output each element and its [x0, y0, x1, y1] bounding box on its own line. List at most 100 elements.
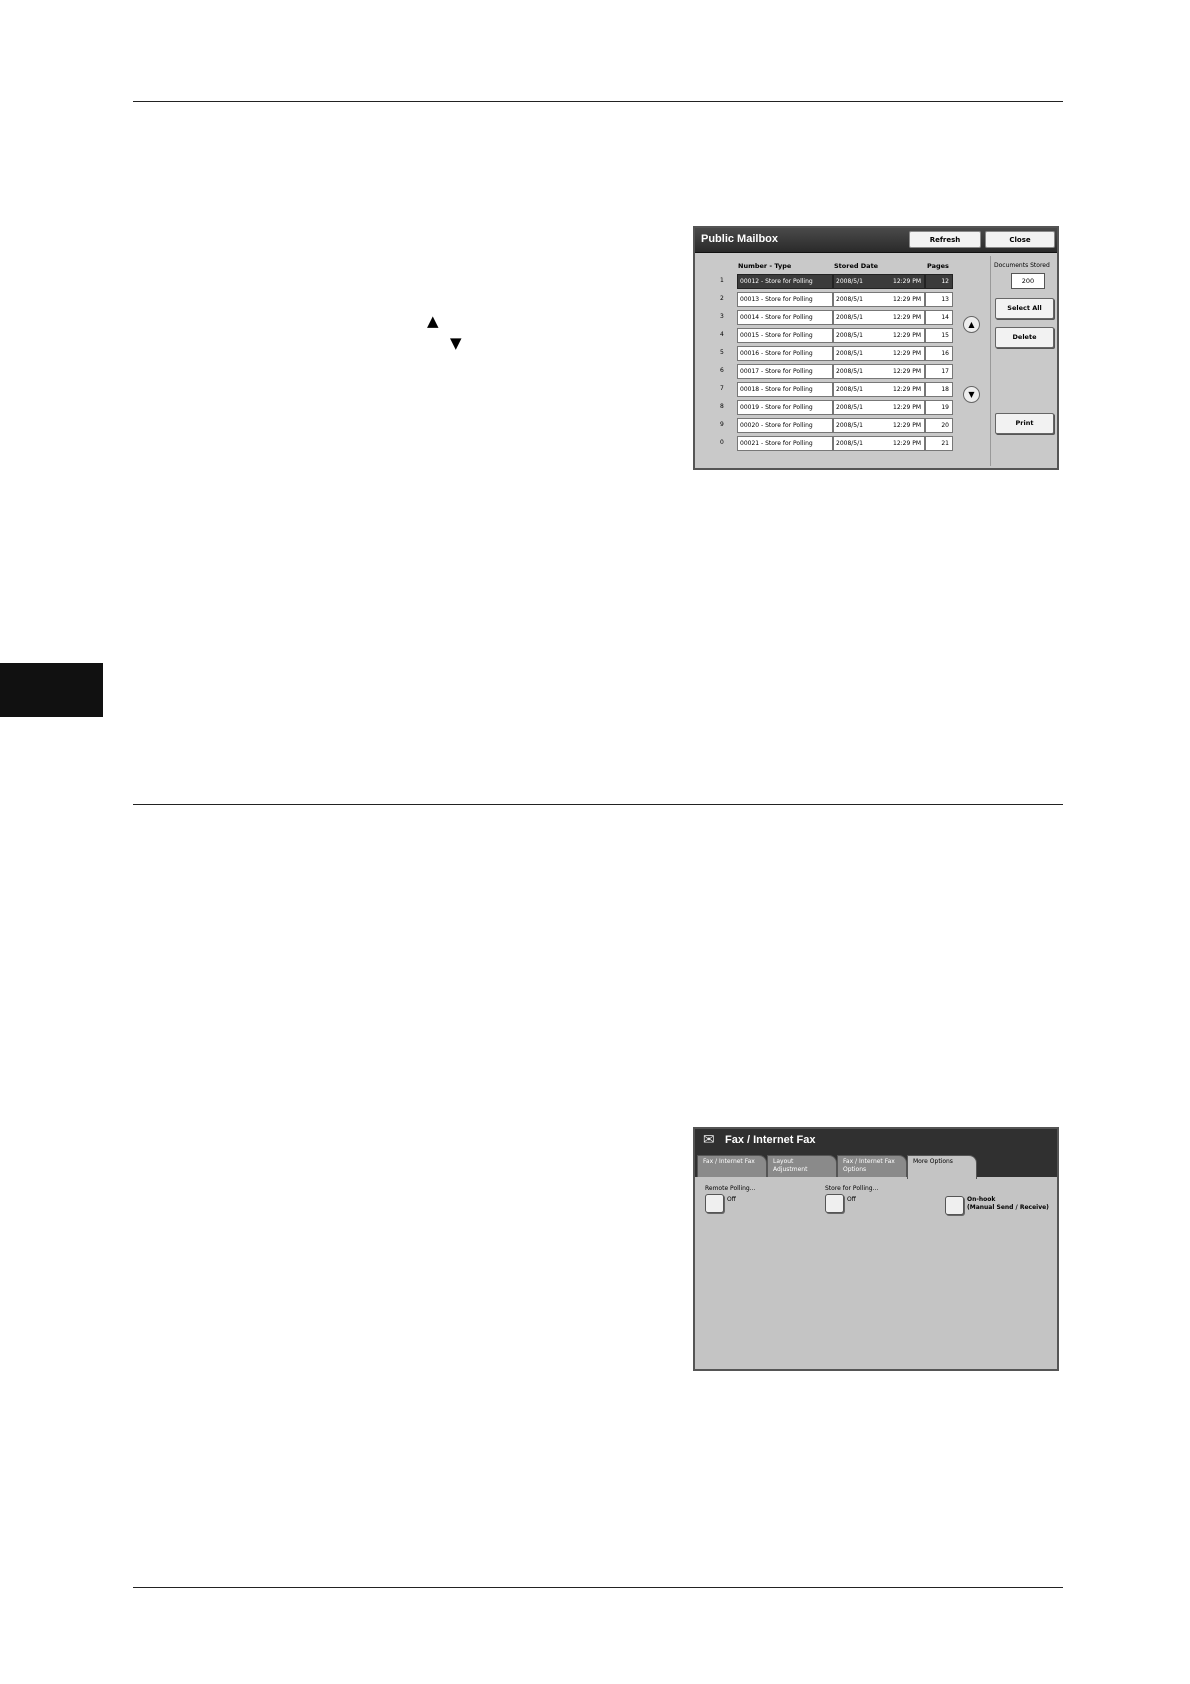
column-header-pages: Pages	[927, 262, 949, 270]
row-time: 12:29 PM	[893, 440, 921, 447]
row-time: 12:29 PM	[893, 296, 921, 303]
table-row[interactable]: 7 00018 - Store for Polling 2008/5/1 12:29 …	[695, 382, 957, 397]
tab-label: More Options	[913, 1158, 953, 1165]
row-date: 2008/5/1	[836, 332, 863, 339]
down-arrow-icon: ▼	[450, 334, 462, 352]
row-pages: 21	[925, 436, 953, 451]
row-index: 3	[720, 313, 724, 320]
scroll-up-button[interactable]: ▲	[963, 316, 980, 333]
row-date: 2008/5/1	[836, 422, 863, 429]
row-time: 12:29 PM	[893, 422, 921, 429]
fax-more-options-screen: ✉ Fax / Internet Fax Fax / Internet Fax …	[693, 1127, 1059, 1371]
store-polling-value: Off	[847, 1196, 856, 1203]
on-hook-line2: (Manual Send / Receive)	[967, 1204, 1049, 1211]
store-polling-button[interactable]	[825, 1194, 844, 1213]
row-name: 00012 - Store for Polling	[737, 274, 833, 289]
row-date-cell: 2008/5/1 12:29 PM	[833, 418, 925, 433]
table-row[interactable]: 6 00017 - Store for Polling 2008/5/1 12:29 …	[695, 364, 957, 379]
table-row[interactable]: 3 00014 - Store for Polling 2008/5/1 12:29 …	[695, 310, 957, 325]
chapter-tab	[0, 663, 103, 717]
row-date-cell: 2008/5/1 12:29 PM	[833, 436, 925, 451]
close-button[interactable]: Close	[985, 231, 1055, 248]
title-bar: Public Mailbox Refresh Close	[695, 228, 1057, 253]
remote-polling-value: Off	[727, 1196, 736, 1203]
row-pages: 20	[925, 418, 953, 433]
row-date-cell: 2008/5/1 12:29 PM	[833, 310, 925, 325]
row-name: 00015 - Store for Polling	[737, 328, 833, 343]
table-row[interactable]: 5 00016 - Store for Polling 2008/5/1 12:29 …	[695, 346, 957, 361]
row-name: 00014 - Store for Polling	[737, 310, 833, 325]
row-date: 2008/5/1	[836, 314, 863, 321]
row-date: 2008/5/1	[836, 404, 863, 411]
table-row[interactable]: 4 00015 - Store for Polling 2008/5/1 12:29 …	[695, 328, 957, 343]
tab-label: Layout	[773, 1158, 794, 1165]
on-hook-line1: On-hook	[967, 1196, 996, 1203]
row-time: 12:29 PM	[893, 332, 921, 339]
row-date: 2008/5/1	[836, 350, 863, 357]
documents-stored-label: Documents Stored	[994, 262, 1050, 269]
row-date-cell: 2008/5/1 12:29 PM	[833, 346, 925, 361]
tab-label-line2: Adjustment	[773, 1166, 808, 1173]
row-date: 2008/5/1	[836, 278, 863, 285]
column-header-stored-date: Stored Date	[834, 262, 879, 270]
row-name: 00017 - Store for Polling	[737, 364, 833, 379]
row-time: 12:29 PM	[893, 404, 921, 411]
row-index: 9	[720, 421, 724, 428]
delete-button[interactable]: Delete	[995, 327, 1054, 348]
row-index: 7	[720, 385, 724, 392]
on-hook-label: On-hook (Manual Send / Receive)	[967, 1196, 1049, 1212]
row-name: 00020 - Store for Polling	[737, 418, 833, 433]
table-row[interactable]: 0 00021 - Store for Polling 2008/5/1 12:29 …	[695, 436, 957, 451]
row-date-cell: 2008/5/1 12:29 PM	[833, 364, 925, 379]
on-hook-button[interactable]	[945, 1196, 964, 1215]
bottom-rule	[133, 1587, 1063, 1588]
row-date-cell: 2008/5/1 12:29 PM	[833, 382, 925, 397]
screen-title: Public Mailbox	[701, 233, 779, 245]
tab-label-line2: Options	[843, 1166, 867, 1173]
tab-fax-internet-fax[interactable]: Fax / Internet Fax	[697, 1155, 767, 1177]
row-pages: 15	[925, 328, 953, 343]
refresh-button[interactable]: Refresh	[909, 231, 981, 248]
top-rule	[133, 101, 1063, 102]
row-name: 00016 - Store for Polling	[737, 346, 833, 361]
remote-polling-label: Remote Polling...	[705, 1185, 756, 1192]
tab-label: Fax / Internet Fax	[843, 1158, 895, 1165]
row-pages: 19	[925, 400, 953, 415]
select-all-button[interactable]: Select All	[995, 298, 1054, 319]
row-name: 00018 - Store for Polling	[737, 382, 833, 397]
table-row[interactable]: 9 00020 - Store for Polling 2008/5/1 12:29 …	[695, 418, 957, 433]
row-time: 12:29 PM	[893, 350, 921, 357]
print-button[interactable]: Print	[995, 413, 1054, 434]
row-index: 1	[720, 277, 724, 284]
row-date: 2008/5/1	[836, 440, 863, 447]
remote-polling-button[interactable]	[705, 1194, 724, 1213]
row-date: 2008/5/1	[836, 368, 863, 375]
app-title: Fax / Internet Fax	[725, 1134, 816, 1146]
row-date: 2008/5/1	[836, 296, 863, 303]
row-pages: 12	[925, 274, 953, 289]
tab-more-options[interactable]: More Options	[907, 1155, 977, 1179]
row-date-cell: 2008/5/1 12:29 PM	[833, 292, 925, 307]
row-name: 00013 - Store for Polling	[737, 292, 833, 307]
documents-stored-value: 200	[1011, 273, 1045, 289]
row-index: 6	[720, 367, 724, 374]
row-pages: 17	[925, 364, 953, 379]
row-name: 00019 - Store for Polling	[737, 400, 833, 415]
scroll-down-button[interactable]: ▼	[963, 386, 980, 403]
tab-fax-internet-fax-options[interactable]: Fax / Internet Fax Options	[837, 1155, 907, 1177]
row-index: 8	[720, 403, 724, 410]
row-index: 0	[720, 439, 724, 446]
row-index: 4	[720, 331, 724, 338]
row-time: 12:29 PM	[893, 368, 921, 375]
table-row[interactable]: 8 00019 - Store for Polling 2008/5/1 12:29 …	[695, 400, 957, 415]
fax-icon: ✉	[703, 1132, 715, 1148]
row-date-cell: 2008/5/1 12:29 PM	[833, 274, 925, 289]
row-pages: 13	[925, 292, 953, 307]
table-row[interactable]: 2 00013 - Store for Polling 2008/5/1 12:29 …	[695, 292, 957, 307]
table-row[interactable]: 1 00012 - Store for Polling 2008/5/1 12:29 …	[695, 274, 957, 289]
tab-layout-adjustment[interactable]: Layout Adjustment	[767, 1155, 837, 1177]
row-time: 12:29 PM	[893, 386, 921, 393]
row-time: 12:29 PM	[893, 278, 921, 285]
row-date: 2008/5/1	[836, 386, 863, 393]
up-icon: ▲	[968, 320, 975, 329]
